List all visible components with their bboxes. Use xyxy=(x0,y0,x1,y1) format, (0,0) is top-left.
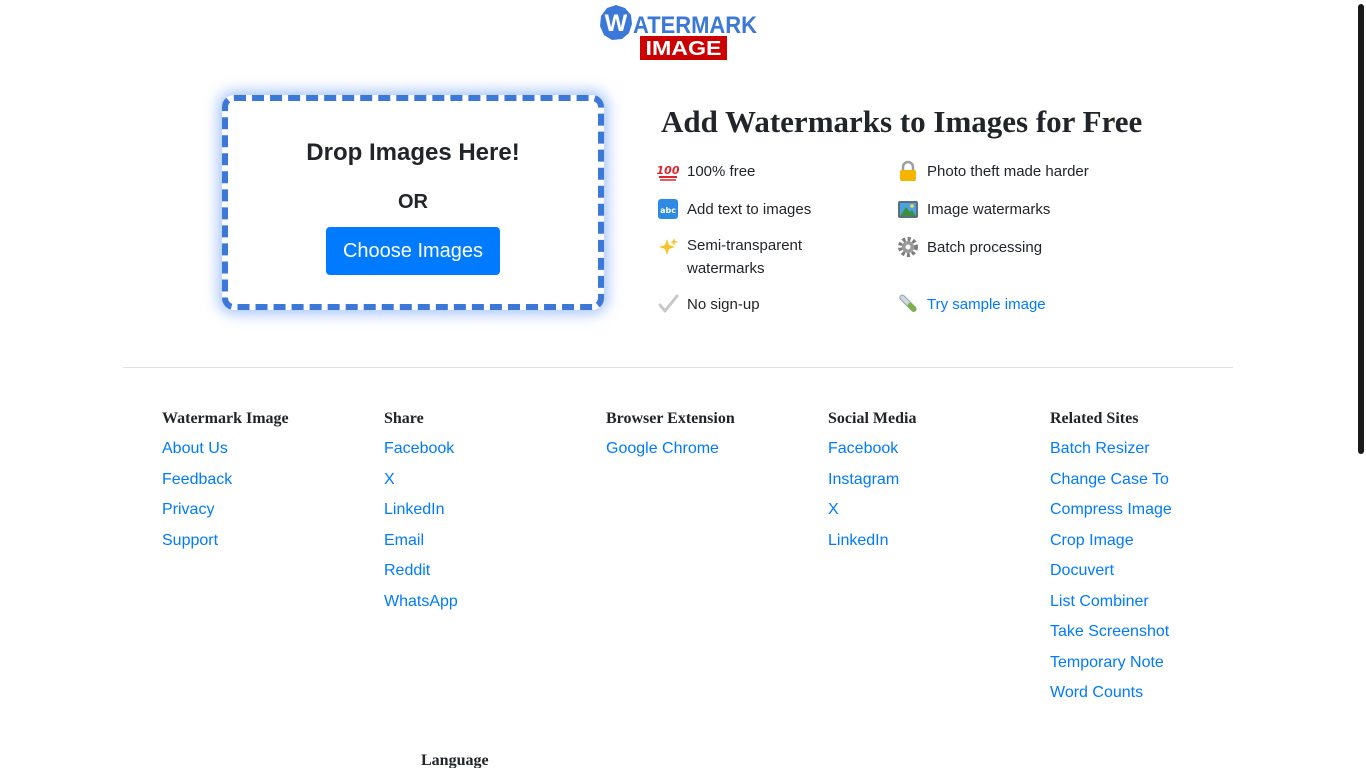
share-link-reddit[interactable]: Reddit xyxy=(384,562,430,579)
logo[interactable]: W ATERMARK IMAGE xyxy=(598,4,758,62)
social-link-instagram[interactable]: Instagram xyxy=(828,471,899,488)
footer-col-title: Watermark Image xyxy=(162,410,289,427)
feature-text-images: abc Add text to images xyxy=(657,198,811,221)
feature-sample: Try sample image xyxy=(897,293,1046,316)
sparkles-icon xyxy=(657,236,679,258)
share-link-email[interactable]: Email xyxy=(384,532,424,549)
logo-line2: IMAGE xyxy=(646,38,722,60)
feature-text: Semi-transparent watermarks xyxy=(687,237,803,277)
footer-col-watermark-image: Watermark Image About Us Feedback Privac… xyxy=(162,408,289,558)
related-link-crop-image[interactable]: Crop Image xyxy=(1050,532,1134,549)
related-link-change-case-to[interactable]: Change Case To xyxy=(1050,471,1169,488)
related-link-batch-resizer[interactable]: Batch Resizer xyxy=(1050,440,1150,457)
footer-col-title: Social Media xyxy=(828,410,917,427)
footer-link-privacy[interactable]: Privacy xyxy=(162,501,214,518)
feature-text: Add text to images xyxy=(687,201,812,218)
footer-col-share: Share Facebook X LinkedIn Email Reddit W… xyxy=(384,408,458,619)
try-sample-link[interactable]: Try sample image xyxy=(927,293,1046,316)
feature-image-watermarks: Image watermarks xyxy=(897,198,1050,221)
footer-col-social-media: Social Media Facebook Instagram X Linked… xyxy=(828,408,916,558)
footer-col-title: Related Sites xyxy=(1050,410,1139,427)
feature-theft: Photo theft made harder xyxy=(897,160,1089,183)
feature-text: 100% free xyxy=(687,163,756,180)
share-link-x[interactable]: X xyxy=(384,471,395,488)
drop-zone[interactable]: Drop Images Here! OR Choose Images xyxy=(222,95,604,310)
page-title: Add Watermarks to Images for Free xyxy=(661,104,1143,139)
abc-icon: abc xyxy=(657,198,679,220)
share-link-linkedin[interactable]: LinkedIn xyxy=(384,501,445,518)
share-link-whatsapp[interactable]: WhatsApp xyxy=(384,593,458,610)
test-tube-icon xyxy=(897,293,919,315)
footer-link-feedback[interactable]: Feedback xyxy=(162,471,232,488)
footer-link-about-us[interactable]: About Us xyxy=(162,440,228,457)
feature-batch: Batch processing xyxy=(897,236,1042,259)
social-link-facebook[interactable]: Facebook xyxy=(828,440,898,457)
social-link-linkedin[interactable]: LinkedIn xyxy=(828,532,889,549)
footer-col-related-sites: Related Sites Batch Resizer Change Case … xyxy=(1050,408,1172,711)
footer-link-support[interactable]: Support xyxy=(162,532,218,549)
feature-semi-transparent: Semi-transparent watermarks xyxy=(657,234,827,280)
footer-col-browser-extension: Browser Extension Google Chrome xyxy=(606,408,735,467)
scrollbar[interactable] xyxy=(1358,4,1364,454)
feature-free: 100 100% free xyxy=(657,160,755,183)
lock-icon xyxy=(897,160,919,182)
related-link-compress-image[interactable]: Compress Image xyxy=(1050,501,1172,518)
related-link-word-counts[interactable]: Word Counts xyxy=(1050,684,1143,701)
feature-no-signup: No sign-up xyxy=(657,293,760,316)
language-title: Language xyxy=(421,752,489,768)
related-link-docuvert[interactable]: Docuvert xyxy=(1050,562,1114,579)
related-link-take-screenshot[interactable]: Take Screenshot xyxy=(1050,623,1169,640)
social-link-x[interactable]: X xyxy=(828,501,839,518)
divider xyxy=(123,367,1233,368)
check-icon xyxy=(657,293,679,315)
footer-col-title: Share xyxy=(384,410,424,427)
picture-icon xyxy=(897,198,919,220)
share-link-facebook[interactable]: Facebook xyxy=(384,440,454,457)
choose-images-button[interactable]: Choose Images xyxy=(326,227,500,275)
feature-text: Batch processing xyxy=(927,239,1043,256)
feature-text: No sign-up xyxy=(687,296,760,313)
svg-text:abc: abc xyxy=(660,206,676,215)
feature-text: Image watermarks xyxy=(927,201,1051,218)
extension-link-chrome[interactable]: Google Chrome xyxy=(606,440,719,457)
logo-line1: ATERMARK xyxy=(633,12,758,39)
drop-zone-title: Drop Images Here! xyxy=(306,139,520,166)
gear-icon xyxy=(897,236,919,258)
feature-text: Photo theft made harder xyxy=(927,163,1089,180)
logo-w: W xyxy=(605,10,628,37)
hundred-icon: 100 xyxy=(657,160,679,182)
footer-col-title: Browser Extension xyxy=(606,410,735,427)
drop-zone-or: OR xyxy=(398,191,428,213)
svg-text:100: 100 xyxy=(657,164,679,177)
related-link-temporary-note[interactable]: Temporary Note xyxy=(1050,654,1164,671)
related-link-list-combiner[interactable]: List Combiner xyxy=(1050,593,1149,610)
